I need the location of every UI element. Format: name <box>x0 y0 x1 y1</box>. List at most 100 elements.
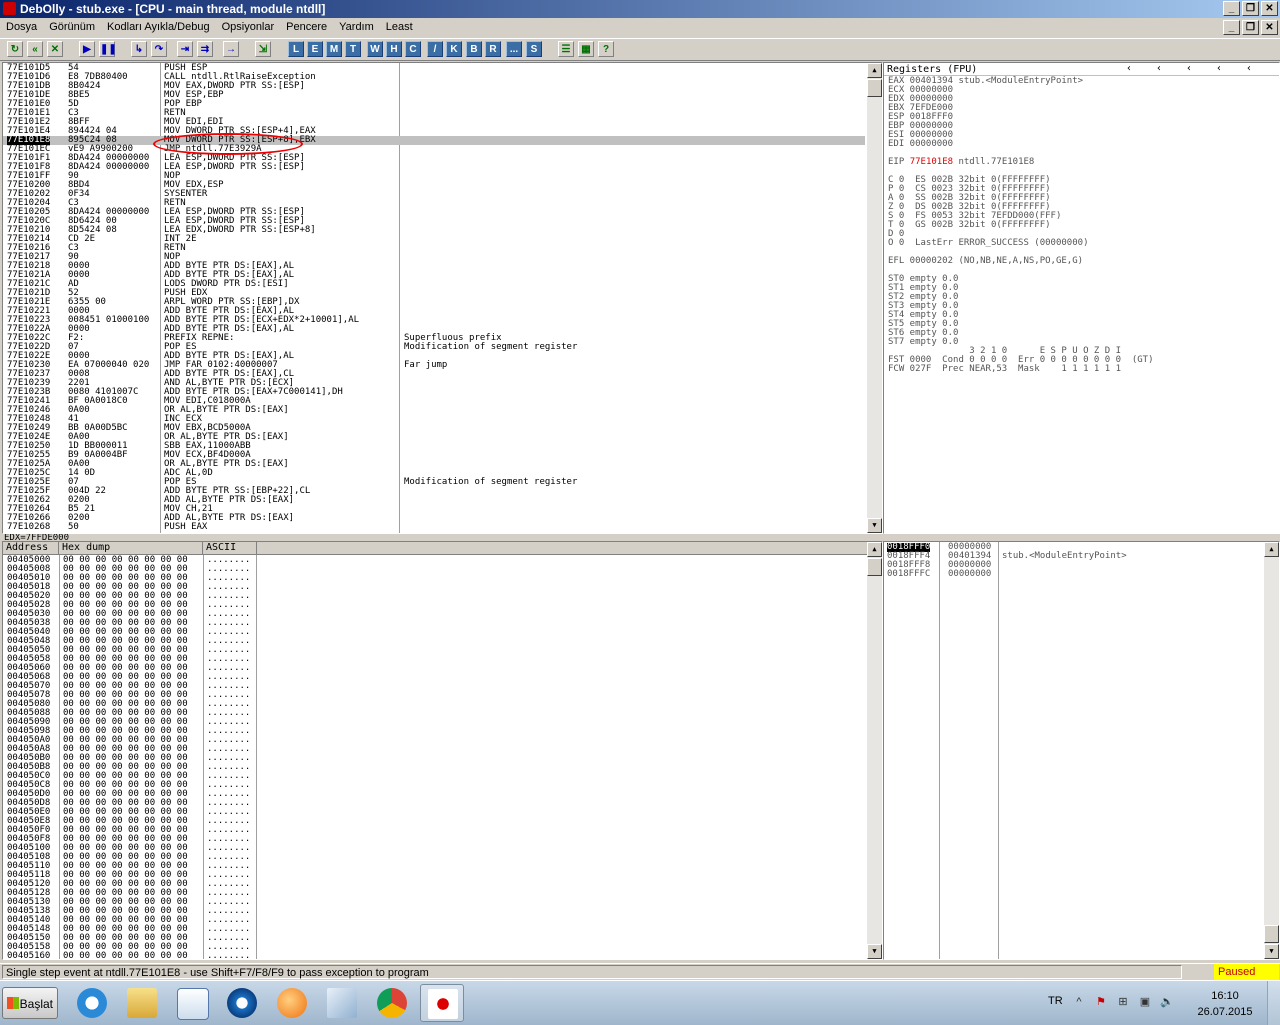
close-button[interactable]: ✕ <box>1261 1 1278 16</box>
arrow-left-icon[interactable]: ‹ <box>1126 64 1132 74</box>
toolbar-memory-button[interactable]: M <box>326 41 342 57</box>
media-player-icon[interactable] <box>170 984 214 1022</box>
internet-explorer-icon[interactable] <box>70 984 114 1022</box>
dump-header-address[interactable]: Address <box>3 542 59 554</box>
clock-time[interactable]: 16:10 <box>1190 990 1260 1002</box>
disasm-row[interactable]: 77E1025E 07 POP ES Modification of segment … <box>3 478 865 487</box>
stack-pane[interactable]: 0018FFF0 00000000 0018FFF4 00401394 stub.<Mo… <box>883 541 1280 960</box>
arrow-left-icon[interactable]: ‹ <box>1246 64 1252 74</box>
disasm-row[interactable]: 77E101D5 54 PUSH ESP <box>3 64 865 73</box>
disasm-row[interactable]: 77E101E1 C3 RETN <box>3 109 865 118</box>
toolbar-references-button[interactable]: R <box>485 41 501 57</box>
toolbar-source-button[interactable]: S <box>526 41 542 57</box>
disasm-row[interactable]: 77E10210 8D5424 08 LEA EDX,DWORD PTR SS:[E… <box>3 226 865 235</box>
disasm-row[interactable]: 77E10230 EA 07000040 020 JMP FAR 0102:4000… <box>3 361 865 370</box>
disasm-row[interactable]: 77E10205 8DA424 00000000 LEA ESP,DWORD PTR… <box>3 208 865 217</box>
disasm-row[interactable]: 77E10214 CD 2E INT 2E <box>3 235 865 244</box>
disasm-row[interactable]: 77E10262 0200 ADD AL,BYTE PTR DS:[EAX] <box>3 496 865 505</box>
step-over-icon[interactable]: ↷ <box>151 41 167 57</box>
toolbar-runtrace-button[interactable]: ... <box>506 41 522 57</box>
menu-debug[interactable]: Kodları Ayıkla/Debug <box>101 18 216 33</box>
disasm-row[interactable]: 77E101DE 8BE5 MOV ESP,EBP <box>3 91 865 100</box>
arrow-left-icon[interactable]: ‹ <box>1186 64 1192 74</box>
child-restore-button[interactable]: ❐ <box>1242 20 1259 35</box>
disasm-row[interactable]: 77E10218 0000 ADD BYTE PTR DS:[EAX],AL <box>3 262 865 271</box>
disasm-row[interactable]: 77E1024E 0A00 OR AL,BYTE PTR DS:[EAX] <box>3 433 865 442</box>
show-desktop-button[interactable] <box>1267 981 1280 1025</box>
trace-over-icon[interactable]: ⇉ <box>197 41 213 57</box>
disasm-row[interactable]: 77E101E4 894424 04 MOV DWORD PTR SS:[ESP+4… <box>3 127 865 136</box>
help-icon[interactable]: ? <box>598 41 614 57</box>
register-line[interactable]: FCW 027F Prec NEAR,53 Mask 1 1 1 1 1 1 <box>888 365 1121 374</box>
open-icon[interactable]: ↻ <box>7 41 23 57</box>
toolbar-cpu-button[interactable]: C <box>405 41 421 57</box>
disasm-row[interactable]: 77E10246 0A00 OR AL,BYTE PTR DS:[EAX] <box>3 406 865 415</box>
menu-gorunum[interactable]: Görünüm <box>43 18 101 33</box>
disasm-row[interactable]: 77E10248 41 INC ECX <box>3 415 865 424</box>
hex-dump-pane[interactable]: Address Hex dump ASCII 00405000 00 00 00 … <box>2 541 883 960</box>
run-icon[interactable]: ▶ <box>79 41 95 57</box>
register-line[interactable]: EFL 00000202 (NO,NB,NE,A,NS,PO,GE,G) <box>888 257 1083 266</box>
go-to-icon[interactable]: ⇲ <box>255 41 271 57</box>
register-line[interactable]: EDI 00000000 <box>888 140 953 149</box>
notepad-icon[interactable] <box>320 984 364 1022</box>
minimize-button[interactable]: _ <box>1223 1 1240 16</box>
disasm-row[interactable]: 77E10250 1D BB000011 SBB EAX,11000ABB <box>3 442 865 451</box>
disasm-row[interactable]: 77E10266 0200 ADD AL,BYTE PTR DS:[EAX] <box>3 514 865 523</box>
toolbar-threads-button[interactable]: T <box>345 41 361 57</box>
scroll-down-icon[interactable]: ▼ <box>1264 944 1279 959</box>
action-center-icon[interactable]: ⚑ <box>1094 995 1108 1009</box>
disasm-row[interactable]: 77E10200 8BD4 MOV EDX,ESP <box>3 181 865 190</box>
disasm-row[interactable]: 77E101FF 90 NOP <box>3 172 865 181</box>
disassembly-scrollbar[interactable]: ▲ ▼ <box>867 63 882 533</box>
menu-dosya[interactable]: Dosya <box>0 18 43 33</box>
clock-date[interactable]: 26.07.2015 <box>1190 1006 1260 1018</box>
registers-pane[interactable]: Registers (FPU) ‹ ‹ ‹ ‹ ‹ EAX 00401394 s… <box>883 62 1280 534</box>
toolbar-windows-button[interactable]: W <box>367 41 383 57</box>
disasm-row[interactable]: 77E1022D 07 POP ES Modification of segment … <box>3 343 865 352</box>
disasm-row[interactable]: 77E10264 B5 21 MOV CH,21 <box>3 505 865 514</box>
disasm-row[interactable]: 77E10223 008451 01000100 ADD BYTE PTR DS:[… <box>3 316 865 325</box>
trace-into-icon[interactable]: ⇥ <box>177 41 193 57</box>
disasm-row[interactable]: 77E1020C 8D6424 00 LEA ESP,DWORD PTR SS:[E… <box>3 217 865 226</box>
registers-header[interactable]: Registers (FPU) <box>887 65 977 75</box>
disasm-row[interactable]: 77E1021C AD LODS DWORD PTR DS:[ESI] <box>3 280 865 289</box>
app-icon[interactable] <box>270 984 314 1022</box>
arrow-left-icon[interactable]: ‹ <box>1156 64 1162 74</box>
scroll-down-icon[interactable]: ▼ <box>867 518 882 533</box>
child-close-button[interactable]: ✕ <box>1261 20 1278 35</box>
menu-pencere[interactable]: Pencere <box>280 18 333 33</box>
disasm-row[interactable]: 77E10237 0008 ADD BYTE PTR DS:[EAX],CL <box>3 370 865 379</box>
disasm-row[interactable]: 77E10202 0F34 SYSENTER <box>3 190 865 199</box>
disasm-row[interactable]: 77E1021E 6355 00 ARPL WORD PTR SS:[EBP],DX <box>3 298 865 307</box>
register-line[interactable]: T 0 GS 002B 32bit 0(FFFFFFFF) <box>888 221 1051 230</box>
windows-icon[interactable]: ⊞ <box>1116 995 1130 1009</box>
disasm-row[interactable]: 77E101E2 8BFF MOV EDI,EDI <box>3 118 865 127</box>
menu-yardim[interactable]: Yardım <box>333 18 380 33</box>
disasm-row[interactable]: 77E10249 BB 0A00D5BC MOV EBX,BCD5000A <box>3 424 865 433</box>
dump-header-ascii[interactable]: ASCII <box>203 542 257 554</box>
disasm-row[interactable]: 77E10255 B9 0A0004BF MOV ECX,BF4D000A <box>3 451 865 460</box>
execute-till-return-icon[interactable]: → <box>223 41 239 57</box>
disasm-row[interactable]: 77E1023B 0080 4101007C ADD BYTE PTR DS:[EA… <box>3 388 865 397</box>
toolbar-callstack-button[interactable]: K <box>446 41 462 57</box>
start-button[interactable]: Başlat <box>2 987 58 1019</box>
toolbar-breakpoints-button[interactable]: B <box>466 41 482 57</box>
disasm-row[interactable]: 77E101D6 E8 7DB80400 CALL ntdll.RtlRaiseEx… <box>3 73 865 82</box>
scroll-thumb[interactable] <box>867 558 882 576</box>
menu-opsiyonlar[interactable]: Opsiyonlar <box>216 18 281 33</box>
volume-icon[interactable]: 🔈 <box>1160 995 1174 1009</box>
language-indicator[interactable]: TR <box>1048 995 1063 1007</box>
disasm-row[interactable]: 77E1021D 52 PUSH EDX <box>3 289 865 298</box>
dump-header-hex[interactable]: Hex dump <box>59 542 203 554</box>
list-icon[interactable]: ☰ <box>558 41 574 57</box>
disassembly-pane[interactable]: 77E101D5 54 PUSH ESP 77E101D6 E8 7DB80400 CAL… <box>2 62 883 534</box>
disasm-row[interactable]: 77E101DB 8B0424 MOV EAX,DWORD PTR SS:[ESP] <box>3 82 865 91</box>
stack-scrollbar[interactable]: ▲ ▼ <box>1264 542 1279 959</box>
toolbar-patches-button[interactable]: / <box>427 41 443 57</box>
disasm-row[interactable]: 77E1021A 0000 ADD BYTE PTR DS:[EAX],AL <box>3 271 865 280</box>
scroll-down-icon[interactable]: ▼ <box>867 944 882 959</box>
scroll-thumb[interactable] <box>1264 925 1279 943</box>
chrome-icon[interactable] <box>370 984 414 1022</box>
pause-icon[interactable]: ❚❚ <box>99 41 117 57</box>
